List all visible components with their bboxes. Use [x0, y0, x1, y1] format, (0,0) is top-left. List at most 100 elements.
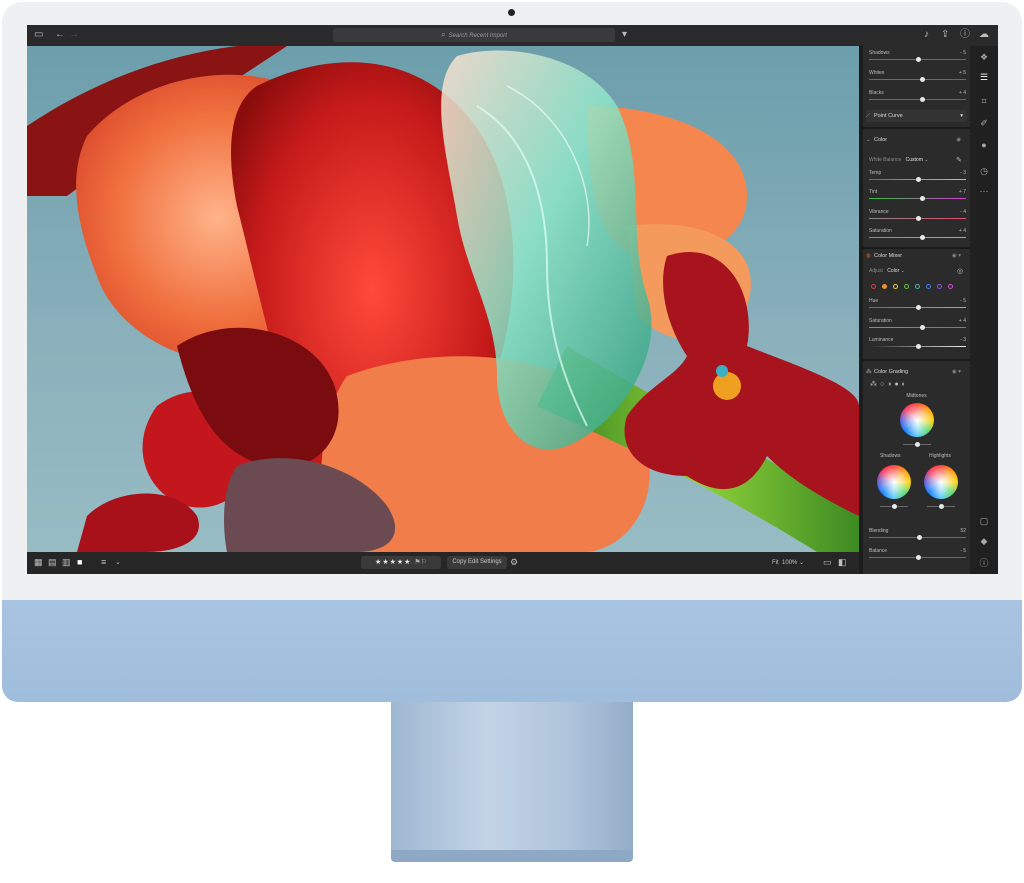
slider-knob[interactable]: [917, 535, 923, 540]
back-arrow-icon[interactable]: ←: [55, 28, 65, 42]
rating-stars[interactable]: ★★★★★: [375, 559, 411, 566]
midtones-color-wheel[interactable]: [900, 403, 934, 437]
adjust-value[interactable]: Color: [887, 268, 899, 274]
slider-saturation[interactable]: Saturation + 4: [869, 228, 966, 240]
slider-knob[interactable]: [920, 77, 926, 82]
slider-shadows[interactable]: Shadows - 5: [869, 50, 966, 62]
slider-knob[interactable]: [920, 235, 926, 240]
slider-track[interactable]: [869, 237, 966, 238]
single-view-icon[interactable]: ■: [77, 557, 82, 567]
presets-icon[interactable]: ❖: [970, 52, 998, 63]
slider-track[interactable]: [869, 99, 966, 100]
more-icon[interactable]: ⋯: [970, 186, 998, 197]
slider-luminance[interactable]: Luminance - 3: [869, 337, 966, 349]
shadows-luminance-slider[interactable]: [880, 502, 908, 514]
crop-icon[interactable]: ⌗: [970, 96, 998, 107]
filter-icon[interactable]: ▾: [622, 28, 627, 42]
split-view-icon[interactable]: ◧: [838, 557, 847, 568]
color-swatch[interactable]: [871, 284, 876, 289]
photo-canvas[interactable]: [27, 46, 859, 552]
comment-icon[interactable]: ▢: [970, 516, 998, 527]
cloud-icon[interactable]: ☁: [979, 28, 989, 42]
share-icon[interactable]: ⇪: [941, 28, 949, 42]
slider-whites[interactable]: Whites + 5: [869, 70, 966, 82]
grading-mode-icons[interactable]: ⁂○◑●◐: [870, 380, 909, 388]
color-grading-header[interactable]: ⁂ Color Grading ◉ ▾: [866, 366, 967, 378]
slider-blending[interactable]: Blending 52: [869, 528, 966, 540]
settings-gear-icon[interactable]: ⚙: [510, 557, 518, 568]
slider-knob[interactable]: [939, 504, 944, 509]
highlights-luminance-slider[interactable]: [927, 502, 955, 514]
white-balance-row[interactable]: White Balance Custom ⌄: [869, 157, 928, 163]
edit-panel: Shadows - 5 Whites + 5 Blacks + 4 ⟋ Point…: [863, 46, 970, 574]
imac-stand-foot: [391, 850, 633, 862]
slider-knob[interactable]: [920, 325, 926, 330]
color-swatch[interactable]: [915, 284, 920, 289]
notification-bell-icon[interactable]: ♪: [924, 28, 929, 42]
history-icon[interactable]: ◷: [970, 166, 998, 177]
before-after-icon[interactable]: ▭: [823, 557, 832, 568]
compare-view-icon[interactable]: ▥: [62, 557, 71, 568]
slider-knob[interactable]: [892, 504, 897, 509]
help-icon[interactable]: ⓘ: [960, 28, 970, 42]
eye-icon[interactable]: ◉ ▾: [952, 250, 961, 262]
sidebar-toggle-icon[interactable]: ▭: [34, 28, 43, 42]
midtones-luminance-slider[interactable]: [903, 440, 931, 452]
slider-track[interactable]: [869, 327, 966, 328]
zoom-control[interactable]: Fit 100% ⌄: [772, 559, 804, 566]
slider-knob[interactable]: [920, 97, 926, 102]
copy-edit-settings-button[interactable]: Copy Edit Settings: [447, 556, 507, 569]
chevron-down-icon[interactable]: ⌄: [115, 558, 121, 566]
slider-track[interactable]: [869, 79, 966, 80]
slider-balance[interactable]: Balance - 5: [869, 548, 966, 560]
target-adjust-icon[interactable]: ◎: [957, 267, 963, 275]
slider-hue[interactable]: Hue - 5: [869, 298, 966, 310]
adjust-row[interactable]: Adjust Color ⌄: [869, 268, 905, 274]
square-grid-icon[interactable]: ▤: [48, 557, 57, 568]
slider-blacks[interactable]: Blacks + 4: [869, 90, 966, 102]
eye-icon[interactable]: ◉: [956, 134, 961, 146]
sort-icon[interactable]: ≡: [101, 557, 106, 567]
point-curve-row[interactable]: ⟋ Point Curve ▾: [866, 110, 967, 122]
eyedropper-icon[interactable]: ✎: [956, 156, 962, 164]
edit-sliders-icon[interactable]: ☰: [970, 72, 998, 83]
slider-knob[interactable]: [920, 196, 926, 201]
flag-icon[interactable]: ⚑⚐: [414, 559, 427, 566]
slider-knob[interactable]: [915, 177, 921, 182]
color-mixer-header[interactable]: ◍ Color Mixer ◉ ▾: [866, 250, 967, 262]
healing-icon[interactable]: ✐: [970, 118, 998, 129]
color-swatch[interactable]: [937, 284, 942, 289]
eye-icon[interactable]: ◉ ▾: [952, 366, 961, 378]
slider-knob[interactable]: [915, 216, 921, 221]
slider-mixer-saturation[interactable]: Saturation + 4: [869, 318, 966, 330]
white-balance-value[interactable]: Custom: [906, 157, 923, 163]
highlights-wheel-label: Highlights: [929, 453, 951, 459]
slider-track[interactable]: [869, 198, 966, 199]
slider-knob[interactable]: [915, 57, 921, 62]
slider-label: Vibrance: [869, 209, 889, 215]
search-input[interactable]: ⌕ Search Recent Import: [333, 28, 615, 42]
star-rating[interactable]: ★★★★★ ⚑⚐: [361, 556, 441, 569]
slider-knob[interactable]: [915, 442, 920, 447]
forward-arrow-icon[interactable]: →: [69, 28, 79, 42]
tag-icon[interactable]: ◆: [970, 536, 998, 547]
highlights-color-wheel[interactable]: [924, 465, 958, 499]
color-swatch[interactable]: [904, 284, 909, 289]
slider-tint[interactable]: Tint + 7: [869, 189, 966, 201]
shadows-color-wheel[interactable]: [877, 465, 911, 499]
info-icon[interactable]: ⓘ: [970, 556, 998, 569]
slider-knob[interactable]: [915, 344, 921, 349]
slider-label: Blending: [869, 528, 889, 534]
color-swatch[interactable]: [882, 284, 887, 289]
slider-knob[interactable]: [915, 305, 921, 310]
slider-knob[interactable]: [915, 555, 921, 560]
color-swatch[interactable]: [926, 284, 931, 289]
color-swatch[interactable]: [893, 284, 898, 289]
color-section-header[interactable]: ⌄ Color ◉: [866, 134, 967, 146]
masking-icon[interactable]: ●: [970, 140, 998, 150]
slider-vibrance[interactable]: Vibrance - 4: [869, 209, 966, 221]
slider-temp[interactable]: Temp - 3: [869, 170, 966, 182]
color-swatch[interactable]: [948, 284, 953, 289]
point-curve-label: Point Curve: [874, 113, 903, 119]
grid-view-icon[interactable]: ▦: [34, 557, 43, 568]
